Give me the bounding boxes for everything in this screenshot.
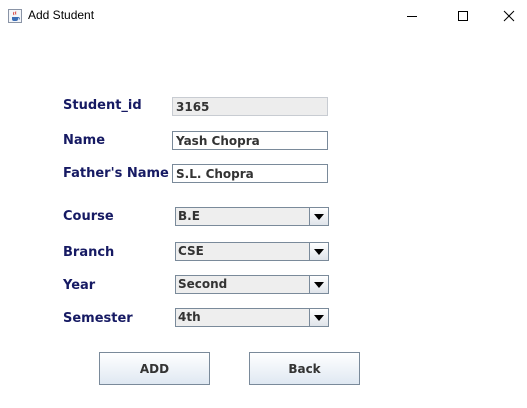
name-label: Name	[63, 133, 106, 148]
back-button[interactable]: Back	[249, 352, 360, 385]
maximize-button[interactable]	[440, 0, 486, 31]
java-cup-icon	[8, 8, 22, 23]
semester-label: Semester	[63, 311, 133, 326]
chevron-down-icon[interactable]	[309, 243, 328, 260]
close-button[interactable]	[486, 0, 527, 31]
year-select[interactable]: Second	[175, 275, 329, 294]
year-selected-value: Second	[178, 277, 228, 291]
minimize-icon	[407, 15, 417, 17]
fathers-name-field[interactable]: S.L. Chopra	[172, 164, 328, 183]
chevron-down-icon[interactable]	[309, 309, 328, 326]
year-label: Year	[63, 278, 96, 293]
semester-select[interactable]: 4th	[175, 308, 329, 327]
semester-selected-value: 4th	[178, 310, 201, 324]
branch-label: Branch	[63, 245, 115, 260]
branch-selected-value: CSE	[178, 244, 204, 258]
close-icon	[503, 10, 515, 21]
chevron-down-icon[interactable]	[309, 276, 328, 293]
title-bar: Add Student	[0, 0, 527, 31]
minimize-button[interactable]	[389, 0, 435, 31]
student-id-label: Student_id	[63, 98, 142, 113]
maximize-icon	[458, 10, 468, 21]
add-button[interactable]: ADD	[99, 352, 210, 385]
student-id-field: 3165	[172, 97, 328, 116]
course-label: Course	[63, 209, 114, 224]
course-select[interactable]: B.E	[175, 207, 329, 226]
chevron-down-icon[interactable]	[309, 208, 328, 225]
form-panel: Student_id 3165 Name Yash Chopra Father'…	[0, 31, 527, 408]
window-title: Add Student	[28, 8, 95, 22]
branch-select[interactable]: CSE	[175, 242, 329, 261]
fathers-name-label: Father's Name	[63, 166, 169, 181]
name-field[interactable]: Yash Chopra	[172, 131, 328, 150]
course-selected-value: B.E	[178, 209, 200, 223]
